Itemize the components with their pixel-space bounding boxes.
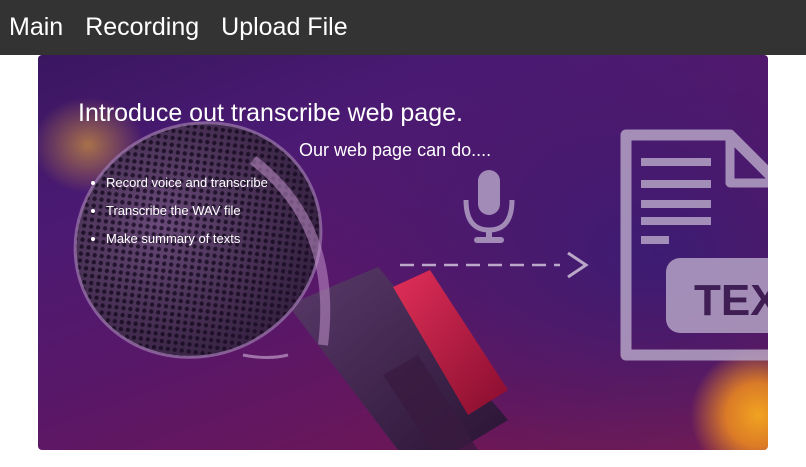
hero-banner: TEX Introduce out transcribe web page. O…: [38, 55, 768, 450]
hero-title: Introduce out transcribe web page.: [78, 99, 463, 127]
feature-item-transcribe-wav: Transcribe the WAV file: [106, 201, 268, 229]
document-badge-text: TEX: [694, 276, 768, 325]
feature-item-summary: Make summary of texts: [106, 229, 268, 257]
document-text-icon: TEX: [620, 129, 768, 361]
microphone-photo: [73, 121, 508, 450]
feature-item-record: Record voice and transcribe: [106, 173, 268, 201]
nav-link-main[interactable]: Main: [9, 13, 63, 42]
nav-link-upload-file[interactable]: Upload File: [221, 13, 347, 42]
feature-list: Record voice and transcribe Transcribe t…: [86, 173, 268, 257]
nav-link-recording[interactable]: Recording: [85, 13, 199, 42]
hero-subtitle: Our web page can do....: [299, 140, 492, 160]
microphone-icon: [463, 170, 515, 243]
top-navigation-bar: Main Recording Upload File: [0, 0, 806, 55]
